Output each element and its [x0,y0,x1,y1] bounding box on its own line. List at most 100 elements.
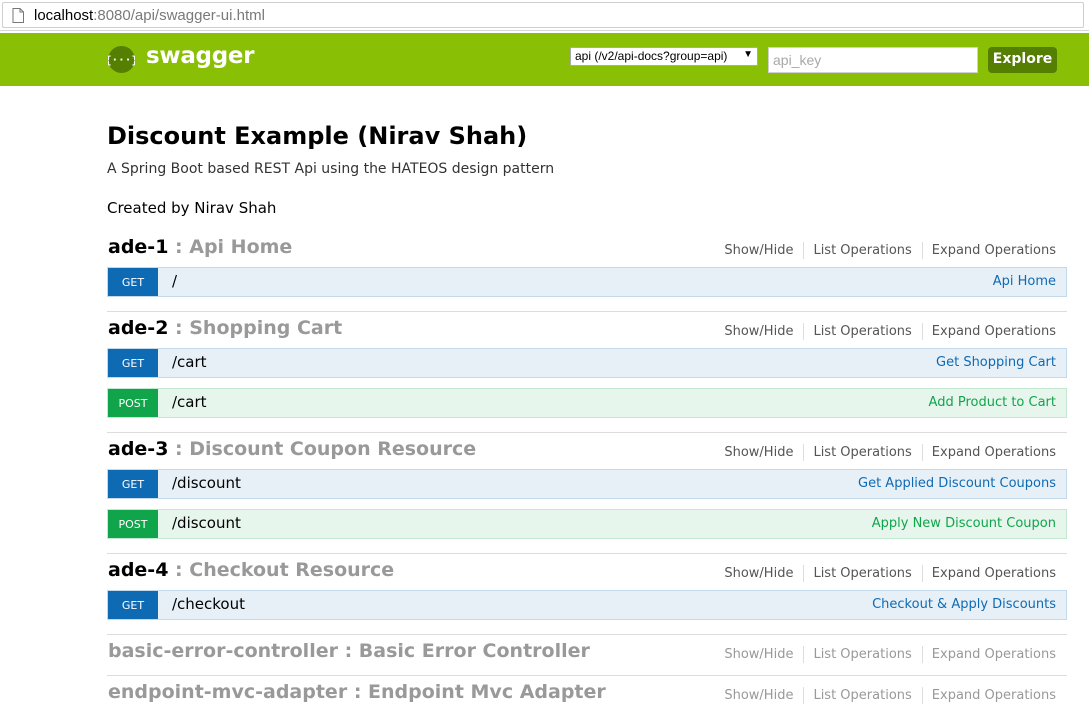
resource-actions: Show/Hide List Operations Expand Operation… [724,323,1056,340]
resource-id: ade-2 [108,317,169,339]
resource-header: ade-3 : Discount Coupon Resource Show/Hid… [107,438,1067,470]
operation-row[interactable]: GET/cart Get Shopping Cart [107,348,1067,378]
operation-path[interactable]: /cart [172,393,207,411]
resource-actions: Show/Hide List Operations Expand Operation… [724,242,1056,259]
http-method-badge[interactable]: GET [108,268,158,296]
expand-operations-link[interactable]: Expand Operations [932,688,1056,703]
url-field[interactable]: localhost:8080/api/swagger-ui.html [2,2,1084,28]
operation-summary[interactable]: Add Product to Cart [929,395,1056,410]
operation-row[interactable]: GET/checkout Checkout & Apply Discounts [107,590,1067,620]
resource-label: Discount Coupon Resource [189,438,477,460]
resource-divider [107,432,1067,433]
operation-path[interactable]: /discount [172,514,241,532]
show-hide-link[interactable]: Show/Hide [724,445,793,460]
operation-summary[interactable]: Apply New Discount Coupon [872,516,1056,531]
operation-summary[interactable]: Api Home [993,274,1056,289]
swagger-logo-text[interactable]: swagger [146,43,255,69]
resource-actions: Show/Hide List Operations Expand Operation… [724,687,1056,704]
http-method-badge[interactable]: POST [108,389,158,417]
operation-path[interactable]: / [172,272,177,290]
expand-operations-link[interactable]: Expand Operations [932,445,1056,460]
show-hide-link[interactable]: Show/Hide [724,243,793,258]
resource-label: Api Home [189,236,293,258]
http-method-badge[interactable]: GET [108,349,158,377]
operation-path[interactable]: /discount [172,474,241,492]
show-hide-link[interactable]: Show/Hide [724,324,793,339]
resource-name-link[interactable]: ade-3 : Discount Coupon Resource [108,438,476,460]
list-operations-link[interactable]: List Operations [813,445,911,460]
resource-divider [107,553,1067,554]
operation-summary[interactable]: Checkout & Apply Discounts [872,597,1056,612]
operation-path[interactable]: /checkout [172,595,245,613]
resource-separator: : [168,236,190,258]
http-method-badge[interactable]: GET [108,591,158,619]
expand-operations-link[interactable]: Expand Operations [932,324,1056,339]
url-text: localhost:8080/api/swagger-ui.html [34,7,265,24]
list-operations-link[interactable]: List Operations [813,688,911,703]
show-hide-link[interactable]: Show/Hide [724,688,793,703]
page-icon [12,8,24,23]
resource-header: ade-2 : Shopping Cart Show/Hide List Opera… [107,317,1067,349]
resource-name-link[interactable]: basic-error-controller : Basic Error Con… [108,640,590,662]
resource-separator: : [337,640,359,662]
expand-operations-link[interactable]: Expand Operations [932,647,1056,662]
operation-summary[interactable]: Get Applied Discount Coupons [858,476,1056,491]
api-key-input[interactable]: api_key [768,47,978,73]
operation-row[interactable]: GET/discount Get Applied Discount Coupons [107,469,1067,499]
operation-row[interactable]: POST/cart Add Product to Cart [107,388,1067,418]
resource-name-link[interactable]: ade-1 : Api Home [108,236,292,258]
resource-name-link[interactable]: ade-2 : Shopping Cart [108,317,342,339]
resource-id: ade-4 [108,559,169,581]
resource-id: ade-3 [108,438,169,460]
resource-header: ade-4 : Checkout Resource Show/Hide List O… [107,559,1067,591]
resource-section: ade-2 : Shopping Cart Show/Hide List Opera… [107,317,1067,433]
list-operations-link[interactable]: List Operations [813,324,911,339]
resource-separator: : [168,438,190,460]
divider [921,242,923,259]
resource-header: basic-error-controller : Basic Error Con… [107,640,1067,672]
api-description: A Spring Boot based REST Api using the H… [107,161,555,177]
list-operations-link[interactable]: List Operations [813,647,911,662]
operation-path[interactable]: /cart [172,353,207,371]
resource-name-link[interactable]: ade-4 : Checkout Resource [108,559,394,581]
http-method-badge[interactable]: GET [108,470,158,498]
url-host: localhost [34,7,94,24]
resource-separator: : [168,317,190,339]
explore-button[interactable]: Explore [988,47,1057,73]
api-group-value: api (/v2/api-docs?group=api) [575,49,728,63]
http-method-badge[interactable]: POST [108,510,158,538]
resource-label: Endpoint Mvc Adapter [368,681,606,703]
swagger-logo-icon[interactable]: {···} [108,46,135,73]
expand-operations-link[interactable]: Expand Operations [932,243,1056,258]
url-path: :8080/api/swagger-ui.html [93,7,265,24]
resource-divider [107,311,1067,312]
resource-name-link[interactable]: endpoint-mvc-adapter : Endpoint Mvc Adap… [108,681,606,703]
list-operations-link[interactable]: List Operations [813,243,911,258]
operation-row[interactable]: GET / Api Home [107,267,1067,297]
show-hide-link[interactable]: Show/Hide [724,566,793,581]
operation-summary[interactable]: Get Shopping Cart [936,355,1056,370]
divider [803,565,805,582]
resource-section: endpoint-mvc-adapter : Endpoint Mvc Adap… [107,681,1067,708]
resource-label: Basic Error Controller [358,640,590,662]
divider [921,323,923,340]
resource-header: endpoint-mvc-adapter : Endpoint Mvc Adap… [107,681,1067,708]
operation-row[interactable]: POST/discount Apply New Discount Coupon [107,509,1067,539]
resource-section: ade-4 : Checkout Resource Show/Hide List O… [107,559,1067,635]
resource-section: basic-error-controller : Basic Error Con… [107,640,1067,676]
resource-id: basic-error-controller [108,640,338,662]
resource-id: endpoint-mvc-adapter [108,681,348,703]
list-operations-link[interactable]: List Operations [813,566,911,581]
svg-text:{···}: {···} [108,54,135,67]
divider [803,646,805,663]
resource-header: ade-1 : Api Home Show/Hide List Operations… [107,236,1067,268]
resource-actions: Show/Hide List Operations Expand Operation… [724,444,1056,461]
divider [921,687,923,704]
expand-operations-link[interactable]: Expand Operations [932,566,1056,581]
api-group-select[interactable]: api (/v2/api-docs?group=api) ▼ [570,47,758,66]
resource-label: Checkout Resource [189,559,395,581]
resource-section: ade-1 : Api Home Show/Hide List Operations… [107,236,1067,312]
divider [921,565,923,582]
show-hide-link[interactable]: Show/Hide [724,647,793,662]
resource-divider [107,634,1067,635]
